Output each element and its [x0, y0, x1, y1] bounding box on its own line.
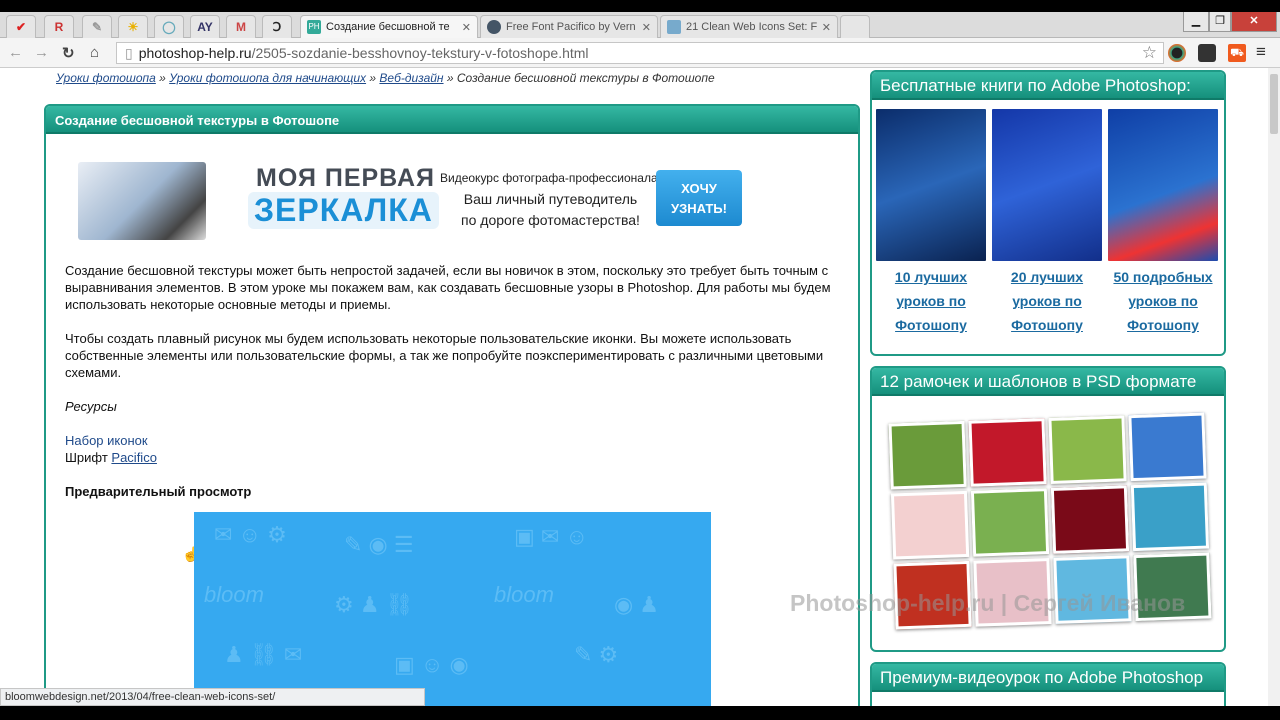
- banner-desc-2: Ваш личный путеводитель: [463, 191, 638, 207]
- new-tab-button[interactable]: [840, 15, 870, 38]
- site-favicon-icon: PH: [307, 20, 321, 34]
- pinned-tab[interactable]: ◯: [154, 15, 184, 38]
- menu-icon[interactable]: ≡: [1256, 42, 1266, 62]
- cart-icon[interactable]: ⛟: [1228, 44, 1246, 62]
- minimize-button[interactable]: ▁: [1183, 12, 1209, 32]
- frames-title: 12 рамочек и шаблонов в PSD формате: [872, 368, 1224, 396]
- button-line-1: ХОЧУ: [681, 181, 717, 196]
- icons-set-link[interactable]: Набор иконок: [65, 433, 148, 448]
- restore-button[interactable]: ❐: [1209, 12, 1231, 32]
- breadcrumb-link[interactable]: Веб-дизайн: [379, 71, 443, 85]
- pinned-tab[interactable]: M: [226, 15, 256, 38]
- breadcrumb-current: Создание бесшовной текстуры в Фотошопе: [456, 71, 715, 85]
- premium-video-panel: Премиум-видеоурок по Adobe Photoshop: [870, 662, 1226, 706]
- book-link[interactable]: 20 лучших уроков по Фотошопу: [992, 265, 1102, 337]
- free-books-title: Бесплатные книги по Adobe Photoshop:: [872, 72, 1224, 100]
- status-bar-url: bloomwebdesign.net/2013/04/free-clean-we…: [0, 688, 425, 706]
- pacifico-font-link[interactable]: Pacifico: [111, 450, 157, 465]
- pinned-tab[interactable]: Ↄ: [262, 15, 292, 38]
- tab-active[interactable]: PH Создание бесшовной те ✕: [300, 15, 478, 38]
- vertical-scrollbar[interactable]: [1268, 68, 1280, 706]
- free-books-panel: Бесплатные книги по Adobe Photoshop: 10 …: [870, 70, 1226, 356]
- banner-desc-3: по дороге фотомастерства!: [461, 212, 640, 228]
- breadcrumb: Уроки фотошопа » Уроки фотошопа для начи…: [56, 71, 715, 85]
- pinned-tab[interactable]: AY: [190, 15, 220, 38]
- seamless-pattern-preview-image: ✉ ☺ ⚙ ✎ ◉ ☰ ▣ ✉ ☺ bloom ⚙ ♟ ⛓ bloom ◉ ♟ ♟ ⛓ ✉…: [194, 512, 711, 706]
- learn-more-button[interactable]: ХОЧУ УЗНАТЬ!: [656, 170, 742, 226]
- ad-banner[interactable]: МОЯ ПЕРВАЯ ЗЕРКАЛКА Видеокурс фотографа-…: [74, 158, 754, 248]
- browser-toolbar: ← → ↻ ⌂ ▯ photoshop-help.ru/2505-sozdanie…: [0, 38, 1280, 68]
- book-cover-image[interactable]: [1108, 109, 1218, 261]
- tab-pacifico[interactable]: Free Font Pacifico by Vern ✕: [480, 15, 658, 38]
- page-icon: ▯: [125, 44, 133, 61]
- back-icon[interactable]: ←: [8, 44, 23, 61]
- paragraph: Чтобы создать плавный рисунок мы будем и…: [65, 331, 824, 380]
- pinned-tab[interactable]: ☀: [118, 15, 148, 38]
- resources-label: Ресурсы: [65, 399, 117, 414]
- book-cover-image[interactable]: [876, 109, 986, 261]
- pinned-tab[interactable]: ✎: [82, 15, 112, 38]
- tab-title: Free Font Pacifico by Vern: [506, 21, 636, 33]
- tab-title: Создание бесшовной те: [326, 21, 450, 33]
- banner-title-line1: МОЯ ПЕРВАЯ: [256, 164, 436, 192]
- article-panel: Создание бесшовной текстуры в Фотошопе М…: [44, 104, 860, 706]
- extension-color-icon[interactable]: [1168, 44, 1186, 62]
- book-item: 20 лучших уроков по Фотошопу: [992, 109, 1102, 337]
- reload-icon[interactable]: ↻: [62, 44, 75, 62]
- tab-icons[interactable]: 21 Clean Web Icons Set: F ✕: [660, 15, 838, 38]
- tab-strip: ✔ R ✎ ☀ ◯ AY M Ↄ PH Создание бесшовной те…: [0, 12, 1280, 38]
- favicon-icon: [667, 20, 681, 34]
- url-path: /2505-sozdanie-besshovnoy-tekstury-v-fot…: [251, 45, 589, 61]
- favicon-icon: [487, 20, 501, 34]
- paragraph: Создание бесшовной текстуры может быть н…: [65, 263, 831, 312]
- forward-icon[interactable]: →: [34, 44, 49, 61]
- book-item: 10 лучших уроков по Фотошопу: [876, 109, 986, 337]
- pinned-tab[interactable]: ✔: [6, 15, 36, 38]
- article-body: Создание бесшовной текстуры может быть н…: [65, 262, 850, 500]
- book-link[interactable]: 10 лучших уроков по Фотошопу: [876, 265, 986, 337]
- book-link[interactable]: 50 подробных уроков по Фотошопу: [1108, 265, 1218, 337]
- close-tab-icon[interactable]: ✕: [822, 21, 831, 34]
- banner-title-line2: ЗЕРКАЛКА: [248, 192, 439, 229]
- banner-desc-1: Видеокурс фотографа-профессионала.: [440, 171, 661, 185]
- preview-heading: Предварительный просмотр: [65, 484, 252, 499]
- breadcrumb-link[interactable]: Уроки фотошопа: [56, 71, 156, 85]
- watermark: Photoshop-help.ru | Сергей Иванов: [790, 590, 1186, 616]
- course-box-image: [78, 162, 206, 240]
- banner-description: Видеокурс фотографа-профессионала. Ваш ли…: [440, 168, 661, 231]
- home-icon[interactable]: ⌂: [90, 44, 99, 61]
- book-cover-image[interactable]: [992, 109, 1102, 261]
- url-host: photoshop-help.ru: [138, 45, 252, 61]
- close-window-button[interactable]: ✕: [1231, 12, 1277, 32]
- book-item: 50 подробных уроков по Фотошопу: [1108, 109, 1218, 337]
- premium-video-title: Премиум-видеоурок по Adobe Photoshop: [872, 664, 1224, 692]
- bookmark-star-icon[interactable]: ☆: [1142, 43, 1157, 63]
- close-tab-icon[interactable]: ✕: [462, 21, 471, 34]
- evernote-icon[interactable]: [1198, 44, 1216, 62]
- pinned-tab[interactable]: R: [44, 15, 74, 38]
- tab-title: 21 Clean Web Icons Set: F: [686, 21, 818, 33]
- font-label: Шрифт: [65, 450, 108, 465]
- breadcrumb-link[interactable]: Уроки фотошопа для начинающих: [169, 71, 366, 85]
- close-tab-icon[interactable]: ✕: [642, 21, 651, 34]
- scrollbar-thumb[interactable]: [1270, 74, 1278, 134]
- address-bar[interactable]: ▯ photoshop-help.ru/2505-sozdanie-besshov…: [116, 42, 1164, 64]
- article-title: Создание бесшовной текстуры в Фотошопе: [46, 106, 858, 134]
- button-line-2: УЗНАТЬ!: [671, 201, 727, 216]
- screen-top-border: [0, 0, 1280, 12]
